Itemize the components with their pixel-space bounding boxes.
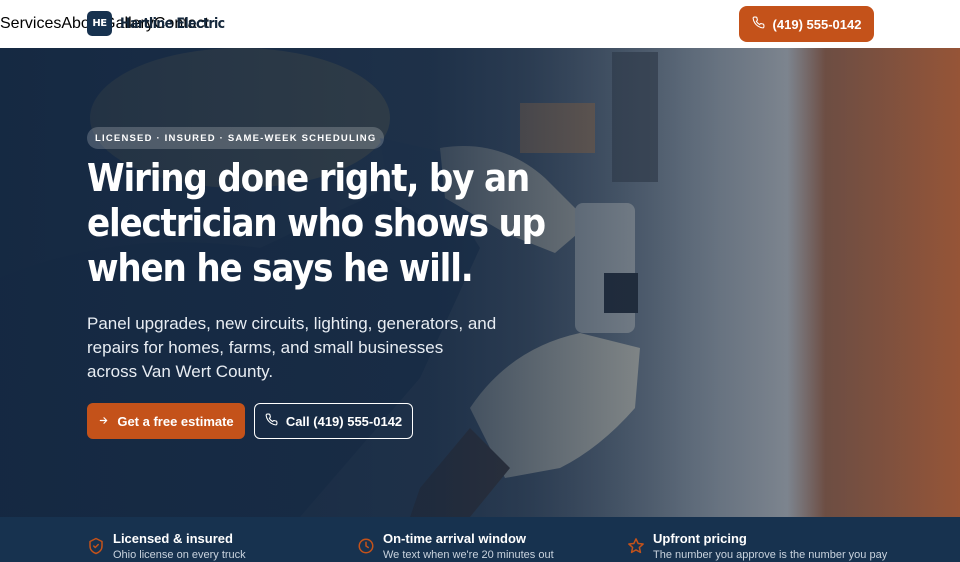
call-button[interactable]: Call (419) 555-0142 [254, 403, 413, 439]
brand-logo[interactable]: HE Hartline Electric [87, 11, 225, 36]
nav-link-services[interactable]: Services [0, 15, 61, 33]
phone-icon [265, 413, 278, 429]
phone-icon [752, 16, 765, 32]
brand-mark: HE [87, 11, 112, 36]
star-icon [627, 537, 645, 555]
header-phone-label: (419) 555-0142 [772, 16, 862, 32]
feature-desc: Ohio license on every truck [113, 549, 246, 561]
feature-title: Upfront pricing [653, 531, 747, 546]
feature-desc: The number you approve is the number you… [653, 549, 888, 561]
shield-check-icon [87, 537, 105, 555]
feature-title: On-time arrival window [383, 531, 527, 546]
credentials-badge: LICENSED · INSURED · SAME-WEEK SCHEDULIN… [87, 127, 385, 149]
hero-headline: Wiring done right, by an electrician who… [87, 156, 546, 290]
clock-icon [357, 537, 375, 555]
arrow-right-icon [98, 414, 109, 429]
hero-subcopy: Panel upgrades, new circuits, lighting, … [87, 314, 497, 381]
call-button-label: Call (419) 555-0142 [285, 413, 403, 429]
feature-title: Licensed & insured [113, 531, 233, 546]
header-call-button[interactable]: (419) 555-0142 [739, 6, 874, 42]
feature-desc: We text when we're 20 minutes out [383, 549, 554, 561]
features-strip: Licensed & insured Ohio license on every… [0, 517, 960, 562]
brand-name: Hartline Electric [120, 15, 225, 32]
get-estimate-button[interactable]: Get a free estimate [87, 403, 245, 439]
site-header: HE Hartline Electric Services About Gall… [0, 0, 960, 48]
hero-section: LICENSED · INSURED · SAME-WEEK SCHEDULIN… [0, 48, 960, 517]
get-estimate-label: Get a free estimate [117, 413, 234, 429]
